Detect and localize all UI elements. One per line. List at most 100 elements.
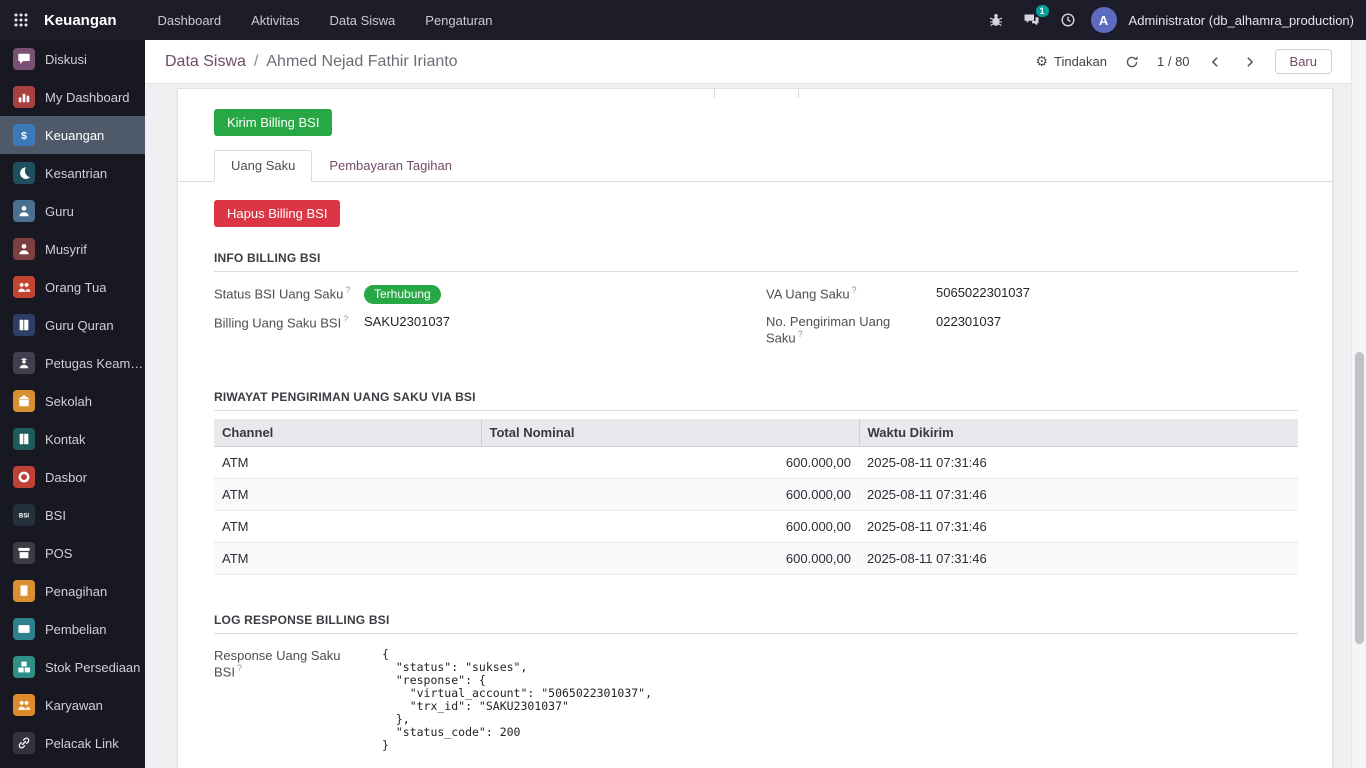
breadcrumb-link-data-siswa[interactable]: Data Siswa [165, 53, 246, 71]
sidebar-item-pembelian[interactable]: Pembelian [0, 610, 145, 648]
refresh-button[interactable] [1122, 51, 1142, 73]
sidebar-item-kesantrian[interactable]: Kesantrian [0, 154, 145, 192]
section-title-riwayat: RIWAYAT PENGIRIMAN UANG SAKU VIA BSI [214, 390, 476, 405]
column-header-waktu-dikirim[interactable]: Waktu Dikirim [859, 419, 1298, 448]
sidebar-item-guru[interactable]: Guru [0, 192, 145, 230]
user-name[interactable]: Administrator (db_alhamra_production) [1129, 13, 1354, 28]
help-icon[interactable]: ? [237, 663, 242, 673]
column-header-total-nominal[interactable]: Total Nominal [481, 419, 860, 448]
sidebar-item-label: Stok Persediaan [45, 659, 141, 675]
sidebar-item-label: Guru [45, 203, 74, 219]
sidebar-item-label: BSI [45, 507, 66, 523]
field-label: Status BSI Uang Saku? [214, 285, 351, 302]
messages-button[interactable]: 1 [1018, 5, 1049, 34]
cell-nominal: 600.000,00 [481, 510, 859, 544]
actions-dropdown-button[interactable]: ⚙ Tindakan [1035, 53, 1107, 70]
pager-previous-button[interactable] [1205, 51, 1225, 73]
sidebar-item-label: Diskusi [45, 51, 87, 67]
table-row[interactable]: ATM 600.000,00 2025-08-11 07:31:46 [214, 542, 1298, 576]
field-label: Billing Uang Saku BSI? [214, 314, 349, 331]
help-icon[interactable]: ? [852, 285, 857, 295]
sidebar-item-keuangan[interactable]: $ Keuangan [0, 116, 145, 154]
sidebar-item-penagihan[interactable]: Penagihan [0, 572, 145, 610]
table-row[interactable]: ATM 600.000,00 2025-08-11 07:31:46 [214, 446, 1298, 480]
app-name[interactable]: Keuangan [44, 12, 117, 29]
sidebar-item-karyawan[interactable]: Karyawan [0, 686, 145, 724]
section-divider [214, 410, 1298, 412]
response-json-value: { "status": "sukses", "response": { "vir… [382, 647, 653, 753]
topbar-menu-dashboard[interactable]: Dashboard [143, 0, 237, 40]
cell-waktu: 2025-08-11 07:31:46 [859, 478, 1298, 512]
sheet-top-tick [714, 89, 715, 98]
chevron-right-icon [1247, 56, 1253, 67]
person-icon [13, 200, 35, 222]
chat-icon [13, 48, 35, 70]
bsi-logo-icon: BSI [13, 504, 35, 526]
sidebar-item-pelacak-link[interactable]: Pelacak Link [0, 724, 145, 762]
activities-button[interactable] [1054, 6, 1082, 34]
table-row[interactable]: ATM 600.000,00 2025-08-11 07:31:46 [214, 478, 1298, 512]
tab-uang-saku[interactable]: Uang Saku [214, 150, 313, 182]
topbar-menu-pengaturan[interactable]: Pengaturan [410, 0, 507, 40]
cell-waktu: 2025-08-11 07:31:46 [859, 510, 1298, 544]
form-sheet: Kirim Billing BSI Uang Saku Pembayaran T… [177, 88, 1333, 768]
help-icon[interactable]: ? [798, 329, 803, 339]
debug-bug-button[interactable] [982, 6, 1010, 34]
sidebar-item-partial[interactable] [0, 762, 145, 768]
sidebar-item-label: Kesantrian [45, 165, 108, 181]
vertical-scrollbar[interactable] [1351, 40, 1366, 768]
shop-icon [13, 542, 35, 564]
field-response-uang-saku-bsi: Response Uang Saku BSI? { "status": "suk… [214, 648, 1298, 752]
sidebar-item-guru-quran[interactable]: Guru Quran [0, 306, 145, 344]
sidebar-item-diskusi[interactable]: Diskusi [0, 40, 145, 78]
sidebar-item-stok-persediaan[interactable]: Stok Persediaan [0, 648, 145, 686]
new-record-button[interactable]: Baru [1274, 49, 1332, 74]
sidebar-item-musyrif[interactable]: Musyrif [0, 230, 145, 268]
guard-icon [13, 352, 35, 374]
hapus-billing-bsi-button[interactable]: Hapus Billing BSI [214, 200, 341, 227]
sidebar-item-label: Penagihan [45, 583, 108, 599]
column-header-channel[interactable]: Channel [214, 419, 482, 448]
help-icon[interactable]: ? [345, 285, 350, 295]
tab-pembayaran-tagihan[interactable]: Pembayaran Tagihan [312, 150, 469, 182]
pager-value[interactable]: 1 / 80 [1157, 54, 1190, 69]
scrollbar-thumb[interactable] [1355, 352, 1364, 644]
sidebar-item-label: My Dashboard [45, 89, 130, 105]
sidebar-item-bsi[interactable]: BSI BSI [0, 496, 145, 534]
table-header-row: Channel Total Nominal Waktu Dikirim [214, 419, 1298, 448]
sidebar-item-kontak[interactable]: Kontak [0, 420, 145, 458]
pager-next-button[interactable] [1240, 51, 1260, 73]
field-status-bsi-uang-saku: Status BSI Uang Saku? Terhubung [214, 280, 766, 309]
sidebar-item-label: Pembelian [45, 621, 107, 637]
field-billing-uang-saku-bsi: Billing Uang Saku BSI? SAKU2301037 [214, 309, 766, 350]
clock-icon [1061, 13, 1075, 27]
messages-count-badge: 1 [1035, 5, 1049, 17]
topbar-menu-data-siswa[interactable]: Data Siswa [315, 0, 411, 40]
apps-grid-button[interactable] [0, 0, 42, 40]
help-icon[interactable]: ? [343, 314, 348, 324]
cell-channel: ATM [214, 478, 481, 512]
field-value: SAKU2301037 [364, 314, 451, 329]
sidebar-item-sekolah[interactable]: Sekolah [0, 382, 145, 420]
svg-text:$: $ [21, 130, 27, 142]
sidebar-item-petugas-keamanan[interactable]: Petugas Keam… [0, 344, 145, 382]
section-title-info-billing: INFO BILLING BSI [214, 251, 321, 265]
person-icon [13, 238, 35, 260]
field-va-uang-saku: VA Uang Saku? 5065022301037 [766, 280, 1298, 309]
sidebar-item-pos[interactable]: POS [0, 534, 145, 572]
chart-icon [13, 86, 35, 108]
cell-nominal: 600.000,00 [481, 446, 859, 480]
kirim-billing-bsi-button[interactable]: Kirim Billing BSI [214, 109, 333, 136]
dollar-icon: $ [13, 124, 35, 146]
section-divider [214, 633, 1298, 635]
receipt-icon [13, 580, 35, 602]
topbar-menu-aktivitas[interactable]: Aktivitas [236, 0, 314, 40]
sidebar: Diskusi My Dashboard $ Keuangan Kesantri… [0, 40, 145, 768]
table-row[interactable]: ATM 600.000,00 2025-08-11 07:31:46 [214, 510, 1298, 544]
cell-waktu: 2025-08-11 07:31:46 [859, 446, 1298, 480]
sidebar-item-orang-tua[interactable]: Orang Tua [0, 268, 145, 306]
sidebar-item-my-dashboard[interactable]: My Dashboard [0, 78, 145, 116]
user-menu-avatar[interactable]: A [1090, 6, 1118, 34]
sidebar-item-dasbor[interactable]: Dasbor [0, 458, 145, 496]
notebook-tabs: Uang Saku Pembayaran Tagihan [178, 150, 1332, 182]
